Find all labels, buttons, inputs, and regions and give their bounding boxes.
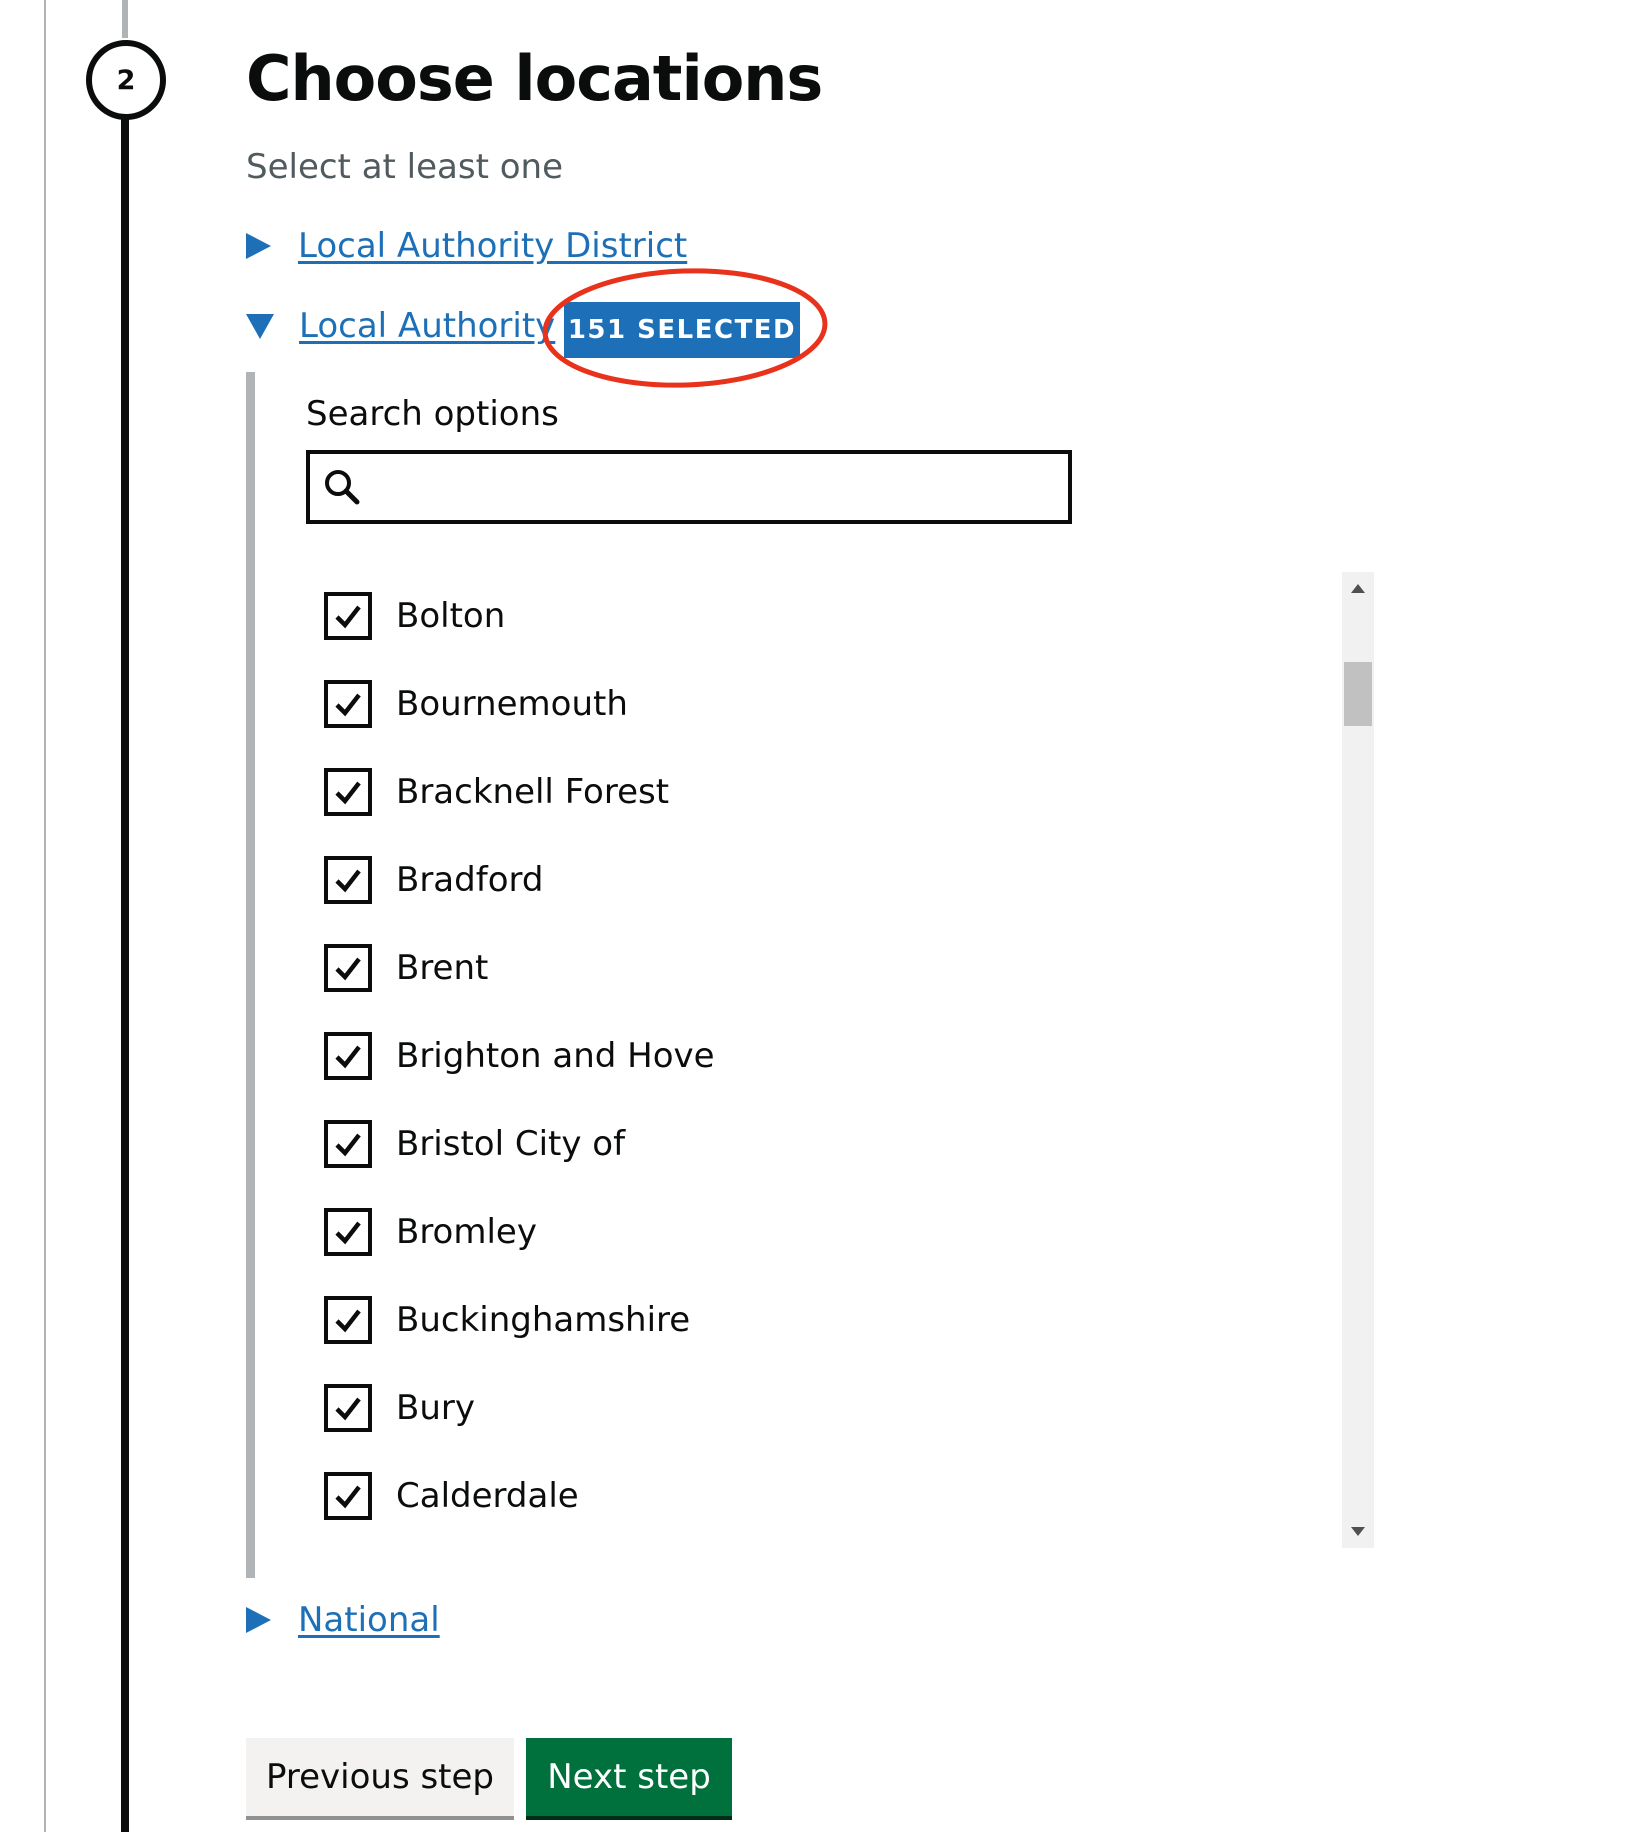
- check-icon: [335, 1133, 361, 1157]
- checkbox[interactable]: [324, 1384, 372, 1432]
- step-connector: [121, 118, 129, 1832]
- check-icon: [335, 1045, 361, 1069]
- option-label: Bromley: [396, 1212, 537, 1252]
- previous-step-button[interactable]: Previous step: [246, 1738, 514, 1816]
- option-label: Buckinghamshire: [396, 1300, 691, 1340]
- list-item[interactable]: Bolton: [324, 586, 505, 646]
- search-label: Search options: [306, 394, 559, 434]
- hint-text: Select at least one: [246, 147, 563, 187]
- caret-down-icon: [246, 313, 274, 339]
- check-icon: [335, 1485, 361, 1509]
- option-label: Calderdale: [396, 1476, 579, 1516]
- group-link-national[interactable]: National: [298, 1600, 440, 1640]
- list-scrollbar[interactable]: [1342, 572, 1374, 1548]
- checkbox[interactable]: [324, 1120, 372, 1168]
- check-icon: [335, 1221, 361, 1245]
- checkbox[interactable]: [324, 944, 372, 992]
- checkbox[interactable]: [324, 1472, 372, 1520]
- next-step-button[interactable]: Next step: [526, 1738, 732, 1816]
- list-item[interactable]: Bromley: [324, 1202, 537, 1262]
- option-label: Bury: [396, 1388, 475, 1428]
- caret-right-icon: [246, 1607, 271, 1633]
- page-title: Choose locations: [246, 42, 823, 115]
- check-icon: [335, 869, 361, 893]
- step-connector-previous: [122, 0, 128, 38]
- list-item[interactable]: Brent: [324, 938, 488, 998]
- option-label: Bristol City of: [396, 1124, 626, 1164]
- checkbox[interactable]: [324, 1208, 372, 1256]
- option-label: Bracknell Forest: [396, 772, 670, 812]
- checkbox[interactable]: [324, 680, 372, 728]
- checkbox[interactable]: [324, 768, 372, 816]
- check-icon: [335, 1397, 361, 1421]
- checkbox[interactable]: [324, 1296, 372, 1344]
- group-toggle-local-authority-district[interactable]: Local Authority District: [246, 226, 687, 266]
- list-item[interactable]: Bristol City of: [324, 1114, 625, 1174]
- check-icon: [335, 957, 361, 981]
- option-label: Bolton: [396, 596, 506, 636]
- scroll-down-arrow-icon[interactable]: [1351, 1527, 1365, 1536]
- search-field[interactable]: [306, 450, 1072, 524]
- check-icon: [335, 605, 361, 629]
- list-item[interactable]: Bury: [324, 1378, 475, 1438]
- step-number: 2: [86, 40, 166, 120]
- group-toggle-local-authority[interactable]: Local Authority: [246, 306, 555, 346]
- scrollbar-thumb[interactable]: [1344, 662, 1372, 726]
- option-label: Brighton and Hove: [396, 1036, 715, 1076]
- expanded-panel-border: [246, 372, 255, 1578]
- checkbox[interactable]: [324, 1032, 372, 1080]
- list-item[interactable]: Bradford: [324, 850, 543, 910]
- check-icon: [335, 693, 361, 717]
- checkbox[interactable]: [324, 592, 372, 640]
- group-link-local-authority-district[interactable]: Local Authority District: [298, 226, 687, 266]
- scroll-up-arrow-icon[interactable]: [1351, 584, 1365, 593]
- check-icon: [335, 781, 361, 805]
- list-item[interactable]: Bracknell Forest: [324, 762, 669, 822]
- group-link-local-authority[interactable]: Local Authority: [299, 306, 555, 346]
- option-label: Brent: [396, 948, 489, 988]
- list-item[interactable]: Calderdale: [324, 1466, 579, 1526]
- group-toggle-national[interactable]: National: [246, 1600, 440, 1640]
- search-icon: [325, 470, 360, 505]
- list-item[interactable]: Brighton and Hove: [324, 1026, 715, 1086]
- option-label: Bradford: [396, 860, 544, 900]
- search-input[interactable]: [362, 457, 1068, 517]
- check-icon: [335, 1309, 361, 1333]
- list-item[interactable]: Bournemouth: [324, 674, 628, 734]
- list-item[interactable]: Buckinghamshire: [324, 1290, 690, 1350]
- highlight-circle-annotation: [542, 268, 828, 388]
- options-list[interactable]: Bolton Bournemouth Bracknell Forest Brad…: [324, 580, 1334, 1540]
- option-label: Bournemouth: [396, 684, 628, 724]
- caret-right-icon: [246, 233, 271, 259]
- checkbox[interactable]: [324, 856, 372, 904]
- page-left-border: [44, 0, 46, 1832]
